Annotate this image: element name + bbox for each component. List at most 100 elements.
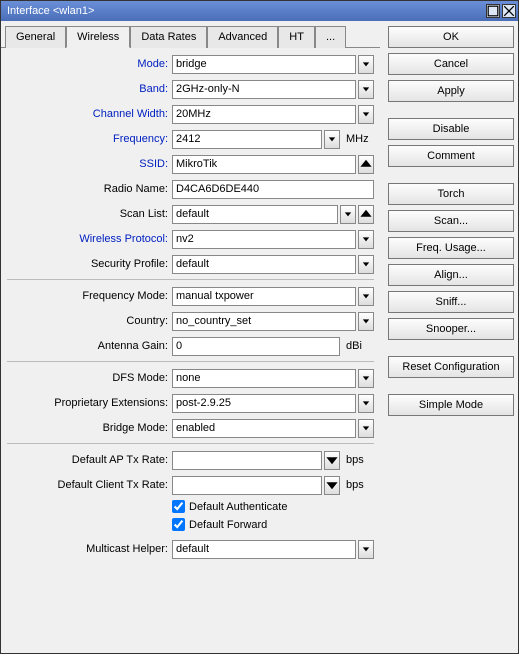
defcltx-row: Default Client Tx Rate: bps [7,475,374,495]
mcasthelper-input[interactable] [172,540,356,559]
minimize-icon[interactable] [486,4,500,18]
button-column: OK Cancel Apply Disable Comment Torch Scan... F… [380,25,514,649]
wproto-label: Wireless Protocol: [7,233,172,245]
simplemode-button[interactable]: Simple Mode [388,394,514,416]
chwidth-dropdown-icon[interactable] [358,105,374,124]
dfsmode-input[interactable] [172,369,356,388]
frequsage-button[interactable]: Freq. Usage... [388,237,514,259]
wproto-input[interactable] [172,230,356,249]
chwidth-row: Channel Width: [7,104,374,124]
secprof-dropdown-icon[interactable] [358,255,374,274]
propext-dropdown-icon[interactable] [358,394,374,413]
bridgemode-row: Bridge Mode: [7,418,374,438]
mode-dropdown-icon[interactable] [358,55,374,74]
freqmode-row: Frequency Mode: [7,286,374,306]
mcasthelper-dropdown-icon[interactable] [358,540,374,559]
tab-wireless[interactable]: Wireless [66,26,130,48]
propext-input[interactable] [172,394,356,413]
ssid-row: SSID: [7,154,374,174]
secprof-input[interactable] [172,255,356,274]
defcltx-expand-icon[interactable] [324,476,340,495]
bridgemode-dropdown-icon[interactable] [358,419,374,438]
secprof-row: Security Profile: [7,254,374,274]
disable-button[interactable]: Disable [388,118,514,140]
antgain-unit: dBi [342,340,374,352]
country-label: Country: [7,315,172,327]
country-input[interactable] [172,312,356,331]
freq-label: Frequency: [7,133,172,145]
deffwd-checkbox[interactable] [172,518,185,531]
ssid-input[interactable] [172,155,356,174]
separator [7,361,374,362]
ssid-collapse-icon[interactable] [358,155,374,174]
scanlist-dropdown-icon[interactable] [340,205,356,224]
band-label: Band: [7,83,172,95]
comment-button[interactable]: Comment [388,145,514,167]
freqmode-dropdown-icon[interactable] [358,287,374,306]
freq-input[interactable] [172,130,322,149]
band-row: Band: [7,79,374,99]
country-row: Country: [7,311,374,331]
ssid-label: SSID: [7,158,172,170]
chwidth-label: Channel Width: [7,108,172,120]
left-panel: GeneralWirelessData RatesAdvancedHT... M… [1,25,380,649]
cancel-button[interactable]: Cancel [388,53,514,75]
ok-button[interactable]: OK [388,26,514,48]
freqmode-label: Frequency Mode: [7,290,172,302]
tab-general[interactable]: General [5,26,66,48]
defcltx-unit: bps [342,479,374,491]
dfsmode-row: DFS Mode: [7,368,374,388]
scan-button[interactable]: Scan... [388,210,514,232]
bridgemode-label: Bridge Mode: [7,422,172,434]
deffwd-label: Default Forward [189,519,267,531]
align-button[interactable]: Align... [388,264,514,286]
defcltx-input[interactable] [172,476,322,495]
interface-window: Interface <wlan1> GeneralWirelessData Ra… [0,0,519,654]
band-dropdown-icon[interactable] [358,80,374,99]
secprof-label: Security Profile: [7,258,172,270]
mode-row: Mode: [7,54,374,74]
defauth-checkbox[interactable] [172,500,185,513]
mode-input[interactable] [172,55,356,74]
scanlist-collapse-icon[interactable] [358,205,374,224]
radioname-input[interactable] [172,180,374,199]
sniff-button[interactable]: Sniff... [388,291,514,313]
apply-button[interactable]: Apply [388,80,514,102]
tab-advanced[interactable]: Advanced [207,26,278,48]
tab--[interactable]: ... [315,26,346,48]
snooper-button[interactable]: Snooper... [388,318,514,340]
defauth-label: Default Authenticate [189,501,287,513]
scanlist-input[interactable] [172,205,338,224]
deffwd-row: Default Forward [172,518,267,531]
country-dropdown-icon[interactable] [358,312,374,331]
separator [7,443,374,444]
chwidth-input[interactable] [172,105,356,124]
content: GeneralWirelessData RatesAdvancedHT... M… [1,21,518,653]
mode-label: Mode: [7,58,172,70]
close-icon[interactable] [502,4,516,18]
wproto-dropdown-icon[interactable] [358,230,374,249]
resetcfg-button[interactable]: Reset Configuration [388,356,514,378]
window-title: Interface <wlan1> [7,5,484,17]
freqmode-input[interactable] [172,287,356,306]
mcasthelper-label: Multicast Helper: [7,543,172,555]
defaptx-input[interactable] [172,451,322,470]
freq-row: Frequency: MHz [7,129,374,149]
defaptx-expand-icon[interactable] [324,451,340,470]
radioname-label: Radio Name: [7,183,172,195]
wproto-row: Wireless Protocol: [7,229,374,249]
torch-button[interactable]: Torch [388,183,514,205]
tab-data-rates[interactable]: Data Rates [130,26,207,48]
defaptx-label: Default AP Tx Rate: [7,454,172,466]
mcasthelper-row: Multicast Helper: [7,539,374,559]
scanlist-row: Scan List: [7,204,374,224]
dfsmode-dropdown-icon[interactable] [358,369,374,388]
bridgemode-input[interactable] [172,419,356,438]
radioname-row: Radio Name: [7,179,374,199]
dfsmode-label: DFS Mode: [7,372,172,384]
antgain-input[interactable] [172,337,340,356]
band-input[interactable] [172,80,356,99]
freq-dropdown-icon[interactable] [324,130,340,149]
tab-ht[interactable]: HT [278,26,315,48]
antgain-label: Antenna Gain: [7,340,172,352]
